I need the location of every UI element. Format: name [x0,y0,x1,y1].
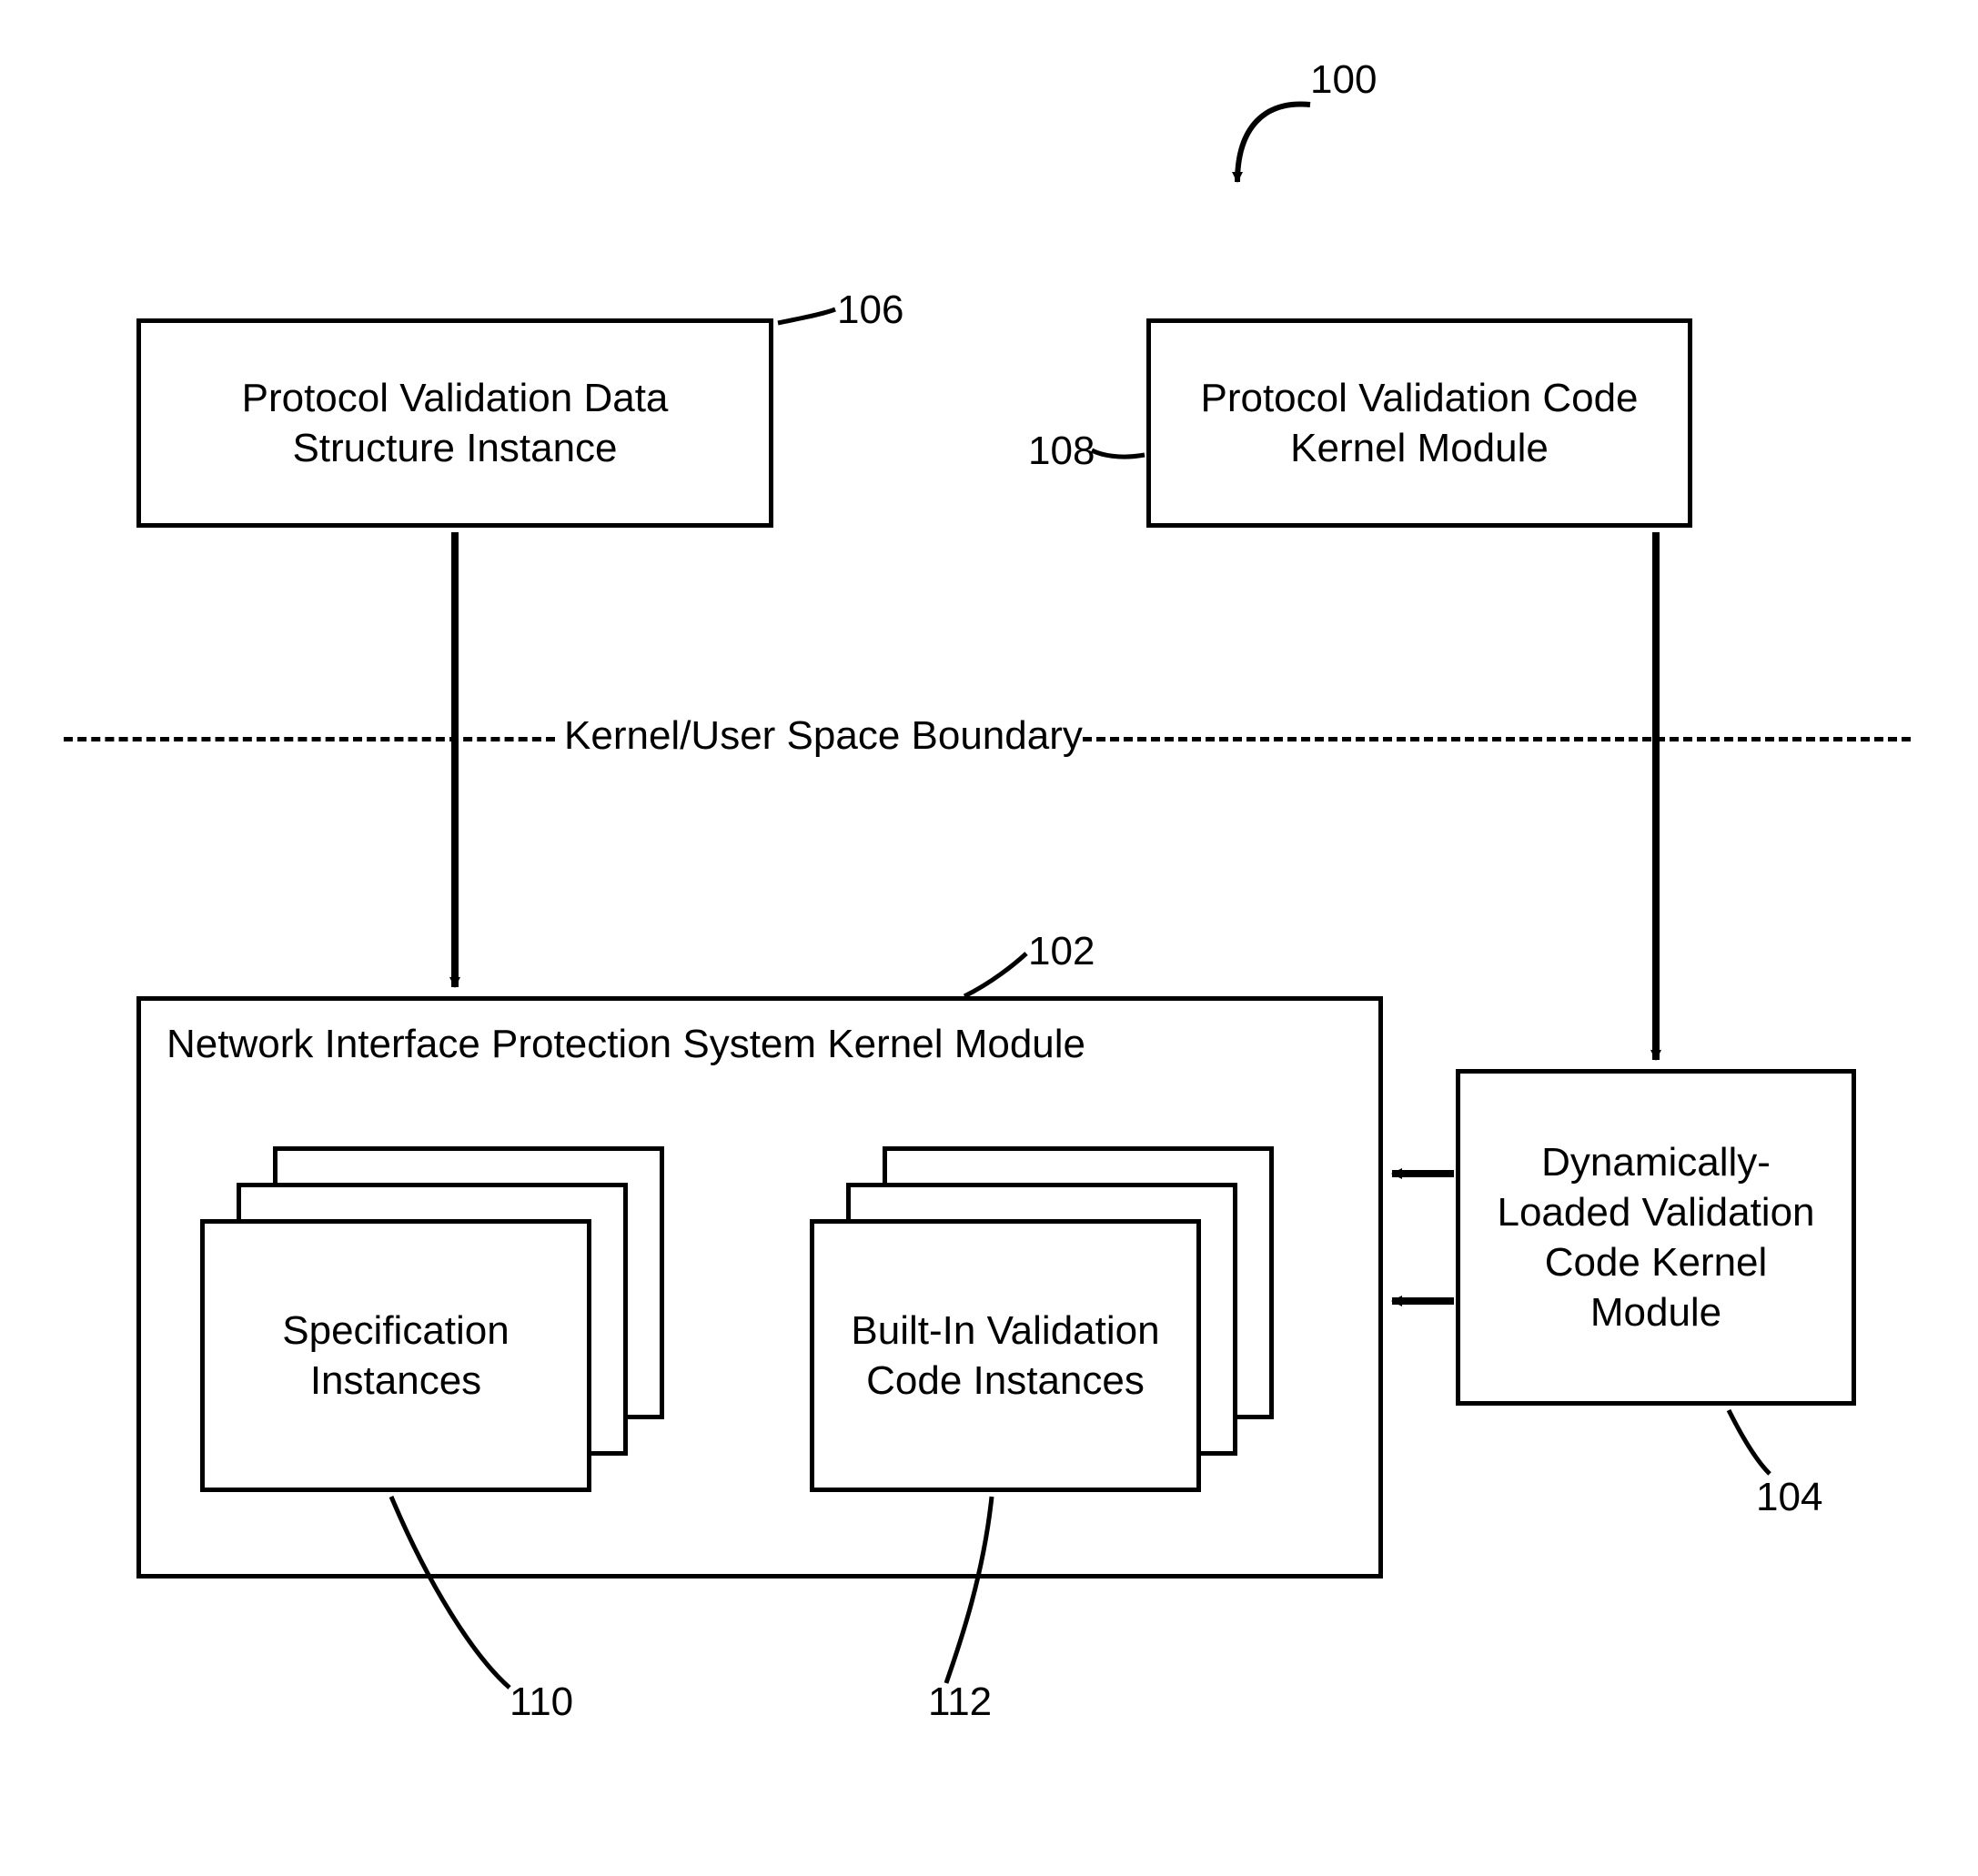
stack-spec-label: Specification Instances [223,1306,569,1406]
boundary-line-left [64,737,555,741]
ref-pvds: 106 [837,287,903,335]
box-pvds-label: Protocol Validation Data Structure Insta… [159,373,751,473]
box-pvck: Protocol Validation Code Kernel Module [1146,318,1692,528]
box-nips-title: Network Interface Protection System Kern… [167,1022,1085,1066]
ref-pvck: 108 [1028,428,1095,476]
ref-builtin: 112 [928,1679,992,1727]
stack-builtin-front: Built-In Validation Code Instances [810,1219,1201,1492]
diagram-connectors [0,0,1978,1876]
box-pvck-label: Protocol Validation Code Kernel Module [1169,373,1670,473]
ref-overall: 100 [1310,56,1377,105]
stack-builtin-label: Built-In Validation Code Instances [833,1306,1178,1406]
ref-nips: 102 [1028,928,1095,976]
boundary-line-right [1083,737,1911,741]
boundary-label: Kernel/User Space Boundary [564,712,1083,761]
box-dyn: Dynamically-Loaded Validation Code Kerne… [1456,1069,1856,1406]
ref-spec: 110 [510,1679,573,1727]
stack-spec-front: Specification Instances [200,1219,591,1492]
ref-dyn: 104 [1756,1474,1822,1522]
box-pvds: Protocol Validation Data Structure Insta… [136,318,773,528]
box-dyn-label: Dynamically-Loaded Validation Code Kerne… [1478,1137,1833,1337]
